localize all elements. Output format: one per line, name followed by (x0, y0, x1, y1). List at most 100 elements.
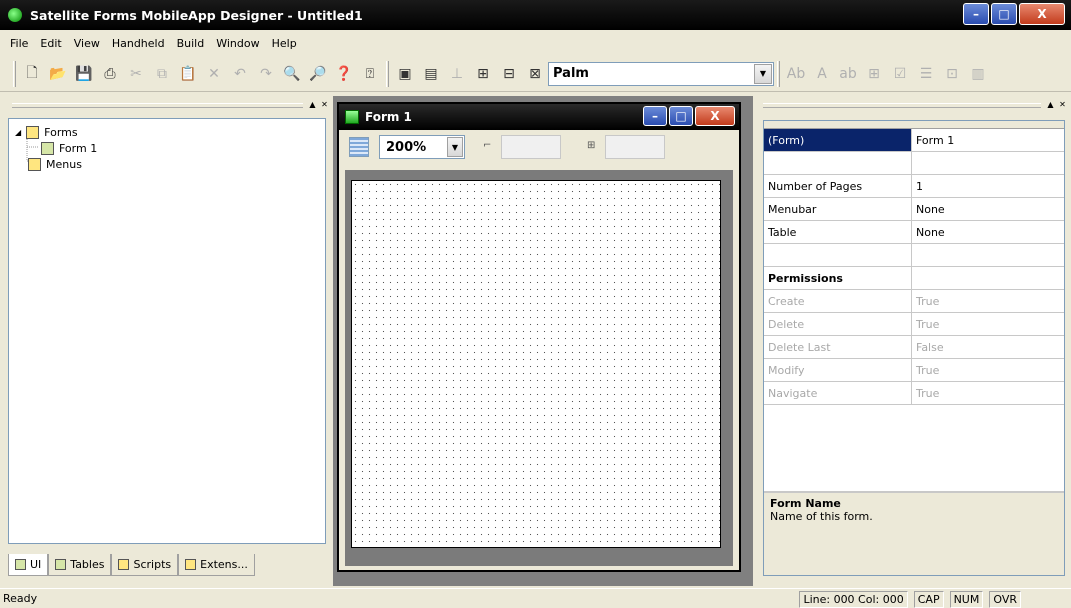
chevron-down-icon[interactable]: ▼ (754, 63, 772, 84)
print-icon[interactable]: ⎙ (99, 63, 121, 85)
menu-handheld[interactable]: Handheld (106, 37, 171, 50)
copy-icon[interactable]: ⧉ (151, 63, 173, 85)
app-window: Satellite Forms MobileApp Designer - Unt… (0, 0, 1071, 608)
edit-control-icon[interactable]: ⊞ (863, 63, 885, 85)
position-field[interactable] (501, 135, 561, 159)
panel-close-icon[interactable]: ✕ (1057, 100, 1068, 111)
save-icon[interactable]: 💾 (73, 63, 95, 85)
text-control-icon[interactable]: A (811, 63, 833, 85)
tab-ui[interactable]: UI (8, 554, 49, 576)
device-select-value: Palm (553, 66, 589, 81)
button-control-icon[interactable]: ab (837, 63, 859, 85)
ui-icon (15, 559, 26, 570)
status-bar: Ready Line: 000 Col: 000 CAP NUM OVR (0, 588, 1071, 608)
panel-collapse-icon[interactable]: ▲ (307, 100, 318, 111)
tab-scripts[interactable]: Scripts (111, 554, 179, 576)
status-ovr: OVR (989, 591, 1021, 608)
property-row[interactable]: Navigate True (764, 382, 1064, 405)
form-maximize-button[interactable]: □ (669, 106, 693, 126)
tab-extensions[interactable]: Extens... (178, 554, 255, 576)
form-properties-icon[interactable]: ▤ (420, 63, 442, 85)
property-row[interactable]: Create True (764, 290, 1064, 313)
property-value[interactable] (912, 244, 1064, 266)
find-replace-icon[interactable]: 🔎 (307, 63, 329, 85)
undo-icon[interactable]: ↶ (229, 63, 251, 85)
property-value[interactable]: None (912, 221, 1064, 243)
device-select[interactable]: Palm ▼ (548, 61, 774, 86)
minimize-button[interactable]: – (963, 3, 989, 25)
tree-node-forms[interactable]: ◢ Forms (15, 124, 78, 140)
more-control-icon[interactable]: ▥ (967, 63, 989, 85)
property-value[interactable]: True (912, 382, 1064, 404)
position-icon: ⌐ (483, 140, 492, 151)
property-row[interactable]: Table None (764, 221, 1064, 244)
chevron-down-icon[interactable]: ▼ (447, 137, 463, 157)
zoom-select[interactable]: 200% ▼ (379, 135, 465, 159)
toolbar-grip[interactable] (777, 60, 780, 87)
property-row[interactable]: Modify True (764, 359, 1064, 382)
property-row[interactable]: Number of Pages 1 (764, 175, 1064, 198)
form-add-icon[interactable]: ▣ (394, 63, 416, 85)
project-tree: ◢ Forms Form 1 Menus (8, 118, 326, 544)
property-row[interactable]: (Form) Form 1 (764, 129, 1064, 152)
property-value[interactable] (912, 267, 1064, 289)
property-row[interactable]: Menubar None (764, 198, 1064, 221)
menu-view[interactable]: View (68, 37, 106, 50)
label-control-icon[interactable]: Ab (785, 63, 807, 85)
tree-node-menus[interactable]: Menus (28, 156, 82, 172)
order-icon[interactable]: ⊟ (498, 63, 520, 85)
form-design-canvas[interactable] (351, 180, 721, 548)
property-value[interactable]: True (912, 359, 1064, 381)
combo-control-icon[interactable]: ⊡ (941, 63, 963, 85)
new-file-icon[interactable]: 🗋 (21, 63, 43, 85)
toolbar-grip[interactable] (13, 60, 16, 87)
property-row[interactable]: Permissions (764, 267, 1064, 290)
property-value[interactable]: None (912, 198, 1064, 220)
grid-toggle-icon[interactable] (349, 137, 369, 157)
properties-panel: ▲ ✕ (Form) Form 1 Number of Pages 1 Menubar N… (755, 96, 1071, 586)
find-icon[interactable]: 🔍 (281, 63, 303, 85)
panel-close-icon[interactable]: ✕ (319, 100, 330, 111)
property-value[interactable]: True (912, 313, 1064, 335)
property-value[interactable]: True (912, 290, 1064, 312)
property-value[interactable]: Form 1 (912, 129, 1064, 151)
property-value[interactable] (912, 152, 1064, 174)
property-value[interactable]: 1 (912, 175, 1064, 197)
property-row[interactable] (764, 244, 1064, 267)
tab-tables[interactable]: Tables (48, 554, 112, 576)
menu-edit[interactable]: Edit (34, 37, 67, 50)
toolbar-grip[interactable] (386, 60, 389, 87)
help-icon[interactable]: ❓ (333, 63, 355, 85)
menu-file[interactable]: File (4, 37, 34, 50)
context-help-icon[interactable]: ⍰ (359, 63, 381, 85)
form-close-button[interactable]: X (695, 106, 735, 126)
menu-build[interactable]: Build (171, 37, 211, 50)
properties-panel-header: ▲ ✕ (755, 96, 1071, 116)
property-row[interactable]: Delete Last False (764, 336, 1064, 359)
property-row[interactable]: Delete True (764, 313, 1064, 336)
menu-help[interactable]: Help (266, 37, 303, 50)
satellite-app-icon (8, 8, 22, 22)
open-folder-icon[interactable]: 📂 (47, 63, 69, 85)
delete-icon[interactable]: ✕ (203, 63, 225, 85)
close-button[interactable]: X (1019, 3, 1065, 25)
maximize-button[interactable]: □ (991, 3, 1017, 25)
redo-icon[interactable]: ↷ (255, 63, 277, 85)
expand-arrow-icon[interactable]: ◢ (15, 128, 21, 137)
form-window-titlebar[interactable]: Form 1 – □ X (339, 104, 739, 130)
checkbox-control-icon[interactable]: ☑ (889, 63, 911, 85)
property-rows: (Form) Form 1 Number of Pages 1 Menubar None T… (764, 129, 1064, 405)
property-value[interactable]: False (912, 336, 1064, 358)
form-minimize-button[interactable]: – (643, 106, 667, 126)
panel-collapse-icon[interactable]: ▲ (1045, 100, 1056, 111)
align-icon[interactable]: ⊥ (446, 63, 468, 85)
tree-node-form-1[interactable]: Form 1 (41, 140, 98, 156)
size-field[interactable] (605, 135, 665, 159)
list-control-icon[interactable]: ☰ (915, 63, 937, 85)
layout-icon[interactable]: ⊞ (472, 63, 494, 85)
tab-order-icon[interactable]: ⊠ (524, 63, 546, 85)
menu-window[interactable]: Window (210, 37, 265, 50)
cut-icon[interactable]: ✂ (125, 63, 147, 85)
property-row[interactable] (764, 152, 1064, 175)
paste-icon[interactable]: 📋 (177, 63, 199, 85)
